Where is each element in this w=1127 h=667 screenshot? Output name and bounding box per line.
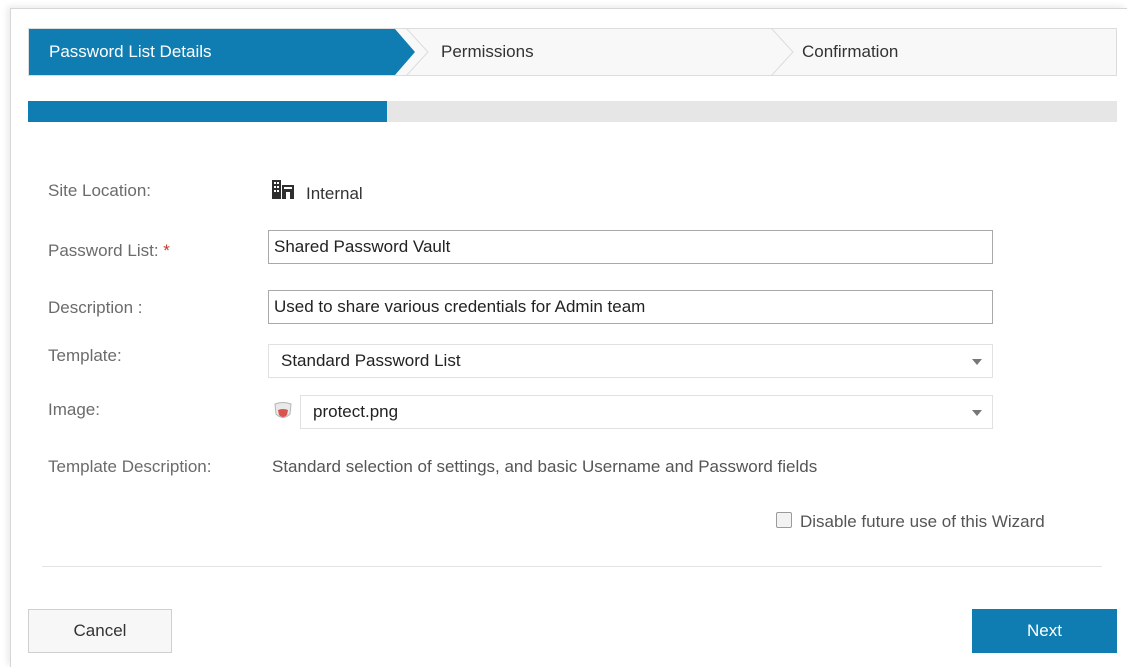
wizard-progress-bar (28, 101, 1117, 122)
description-label: Description : (48, 298, 143, 317)
step-label: Permissions (441, 42, 534, 61)
building-icon (272, 180, 294, 199)
step-permissions[interactable]: Permissions (415, 29, 785, 75)
image-label: Image: (48, 400, 100, 419)
disable-wizard-label[interactable]: Disable future use of this Wizard (800, 512, 1045, 532)
step-confirmation[interactable]: Confirmation (777, 29, 1116, 75)
next-button[interactable]: Next (972, 609, 1117, 653)
password-list-input[interactable] (268, 230, 993, 264)
step-password-list-details[interactable]: Password List Details (29, 29, 415, 75)
description-input[interactable] (268, 290, 993, 324)
image-selected-value: protect.png (313, 402, 399, 421)
site-location-label: Site Location: (48, 181, 152, 200)
progress-fill (28, 101, 388, 122)
disable-wizard-checkbox[interactable] (776, 512, 792, 528)
chevron-down-icon (972, 410, 982, 416)
password-list-label: Password List: * (48, 241, 170, 260)
template-selected-value: Standard Password List (281, 351, 461, 370)
chevron-down-icon (972, 359, 982, 365)
template-label: Template: (48, 346, 122, 365)
step-label: Confirmation (802, 42, 899, 61)
footer-divider (42, 566, 1102, 567)
required-marker: * (163, 241, 170, 260)
step-separator-icon (771, 29, 794, 75)
wizard-steps: Password List Details Permissions Confir… (28, 28, 1117, 76)
cancel-button[interactable]: Cancel (28, 609, 172, 653)
shield-image-icon (274, 402, 292, 418)
image-select[interactable]: protect.png (300, 395, 993, 429)
template-description-value: Standard selection of settings, and basi… (272, 457, 818, 476)
site-location-value: Internal (306, 184, 363, 203)
template-select[interactable]: Standard Password List (268, 344, 993, 378)
template-description-label: Template Description: (48, 457, 212, 476)
step-label: Password List Details (49, 42, 212, 61)
